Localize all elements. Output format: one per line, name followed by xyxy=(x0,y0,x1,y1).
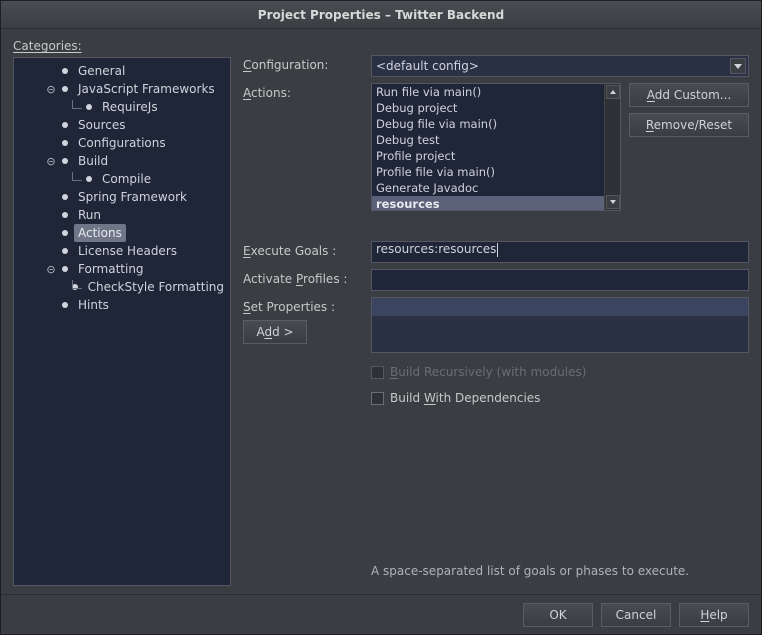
tree-node[interactable]: Build xyxy=(16,152,228,170)
tree-node-label[interactable]: JavaScript Frameworks xyxy=(74,80,219,98)
scroll-up-icon[interactable] xyxy=(606,85,620,99)
bullet-icon xyxy=(62,230,68,236)
listbox-item[interactable]: Profile project xyxy=(372,148,604,164)
tree-node-label[interactable]: Formatting xyxy=(74,260,148,278)
add-property-button[interactable]: Add > xyxy=(243,320,307,344)
bullet-icon xyxy=(62,212,68,218)
tree-node-label[interactable]: Spring Framework xyxy=(74,188,191,206)
tree-node[interactable]: General xyxy=(16,62,228,80)
expand-icon[interactable] xyxy=(44,82,58,96)
tree-node-label[interactable]: Configurations xyxy=(74,134,170,152)
bullet-icon xyxy=(62,194,68,200)
bullet-icon xyxy=(62,248,68,254)
tree-node[interactable]: Spring Framework xyxy=(16,188,228,206)
categories-label: Categories: xyxy=(13,39,231,53)
configuration-label: Configuration: xyxy=(243,55,363,72)
checkbox-icon[interactable] xyxy=(371,392,384,405)
bullet-icon xyxy=(62,266,68,272)
properties-area[interactable] xyxy=(371,297,749,353)
set-properties-label: Set Properties : xyxy=(243,297,363,314)
tree-node[interactable]: Sources xyxy=(16,116,228,134)
help-button[interactable]: Help xyxy=(679,603,749,627)
tree-node[interactable]: Configurations xyxy=(16,134,228,152)
listbox-item[interactable]: Debug test xyxy=(372,132,604,148)
tree-node-label[interactable]: Sources xyxy=(74,116,129,134)
window-title: Project Properties – Twitter Backend xyxy=(1,1,761,29)
tree-node-label[interactable]: CheckStyle Formatting xyxy=(84,278,228,296)
tree-node[interactable]: JavaScript Frameworks xyxy=(16,80,228,98)
tree-node-label[interactable]: Run xyxy=(74,206,105,224)
tree-branch-icon xyxy=(68,280,70,294)
tree-node[interactable]: Actions xyxy=(16,224,228,242)
execute-goals-input[interactable]: resources:resources xyxy=(371,241,749,263)
tree-branch-icon xyxy=(68,100,84,114)
listbox-item[interactable]: resources xyxy=(372,196,604,211)
bullet-icon xyxy=(62,302,68,308)
execute-goals-label: Execute Goals : xyxy=(243,241,363,258)
bullet-icon xyxy=(62,122,68,128)
tree-node[interactable]: Hints xyxy=(16,296,228,314)
listbox-item[interactable]: Debug file via main() xyxy=(372,116,604,132)
cancel-button[interactable]: Cancel xyxy=(601,603,671,627)
ok-button[interactable]: OK xyxy=(523,603,593,627)
tree-node-label[interactable]: Hints xyxy=(74,296,113,314)
tree-node[interactable]: CheckStyle Formatting xyxy=(16,278,228,296)
expand-icon[interactable] xyxy=(44,262,58,276)
tree-node-label[interactable]: RequireJs xyxy=(98,98,162,116)
build-with-dependencies-checkbox[interactable]: Build With Dependencies xyxy=(371,391,749,405)
activate-profiles-input[interactable] xyxy=(371,269,749,291)
hint-text: A space-separated list of goals or phase… xyxy=(371,564,749,586)
activate-profiles-label: Activate Profiles : xyxy=(243,269,363,286)
expand-icon[interactable] xyxy=(44,154,58,168)
tree-branch-icon xyxy=(68,172,84,186)
categories-tree[interactable]: GeneralJavaScript FrameworksRequireJsSou… xyxy=(13,57,231,586)
build-recursively-checkbox: Build Recursively (with modules) xyxy=(371,365,749,379)
bullet-icon xyxy=(86,176,92,182)
listbox-item[interactable]: Debug project xyxy=(372,100,604,116)
scrollbar[interactable] xyxy=(604,84,620,210)
tree-node[interactable]: Compile xyxy=(16,170,228,188)
tree-node-label[interactable]: Actions xyxy=(74,224,126,242)
add-custom-button[interactable]: Add Custom... xyxy=(629,83,749,107)
actions-listbox[interactable]: Run file via main()Debug projectDebug fi… xyxy=(371,83,621,211)
tree-node[interactable]: Run xyxy=(16,206,228,224)
bullet-icon xyxy=(62,140,68,146)
checkbox-icon xyxy=(371,366,384,379)
listbox-item[interactable]: Run file via main() xyxy=(372,84,604,100)
bullet-icon xyxy=(62,68,68,74)
tree-node[interactable]: License Headers xyxy=(16,242,228,260)
tree-node-label[interactable]: General xyxy=(74,62,129,80)
tree-node-label[interactable]: Compile xyxy=(98,170,155,188)
bullet-icon xyxy=(62,86,68,92)
tree-node-label[interactable]: Build xyxy=(74,152,112,170)
remove-reset-button[interactable]: Remove/Reset xyxy=(629,113,749,137)
bullet-icon xyxy=(86,104,92,110)
scroll-down-icon[interactable] xyxy=(606,195,620,209)
chevron-down-icon[interactable] xyxy=(730,58,746,74)
configuration-value: <default config> xyxy=(376,59,479,73)
bullet-icon xyxy=(62,158,68,164)
tree-node[interactable]: RequireJs xyxy=(16,98,228,116)
tree-node-label[interactable]: License Headers xyxy=(74,242,181,260)
listbox-item[interactable]: Generate Javadoc xyxy=(372,180,604,196)
tree-node[interactable]: Formatting xyxy=(16,260,228,278)
actions-label: Actions: xyxy=(243,83,363,100)
listbox-item[interactable]: Profile file via main() xyxy=(372,164,604,180)
configuration-combo[interactable]: <default config> xyxy=(371,55,749,77)
